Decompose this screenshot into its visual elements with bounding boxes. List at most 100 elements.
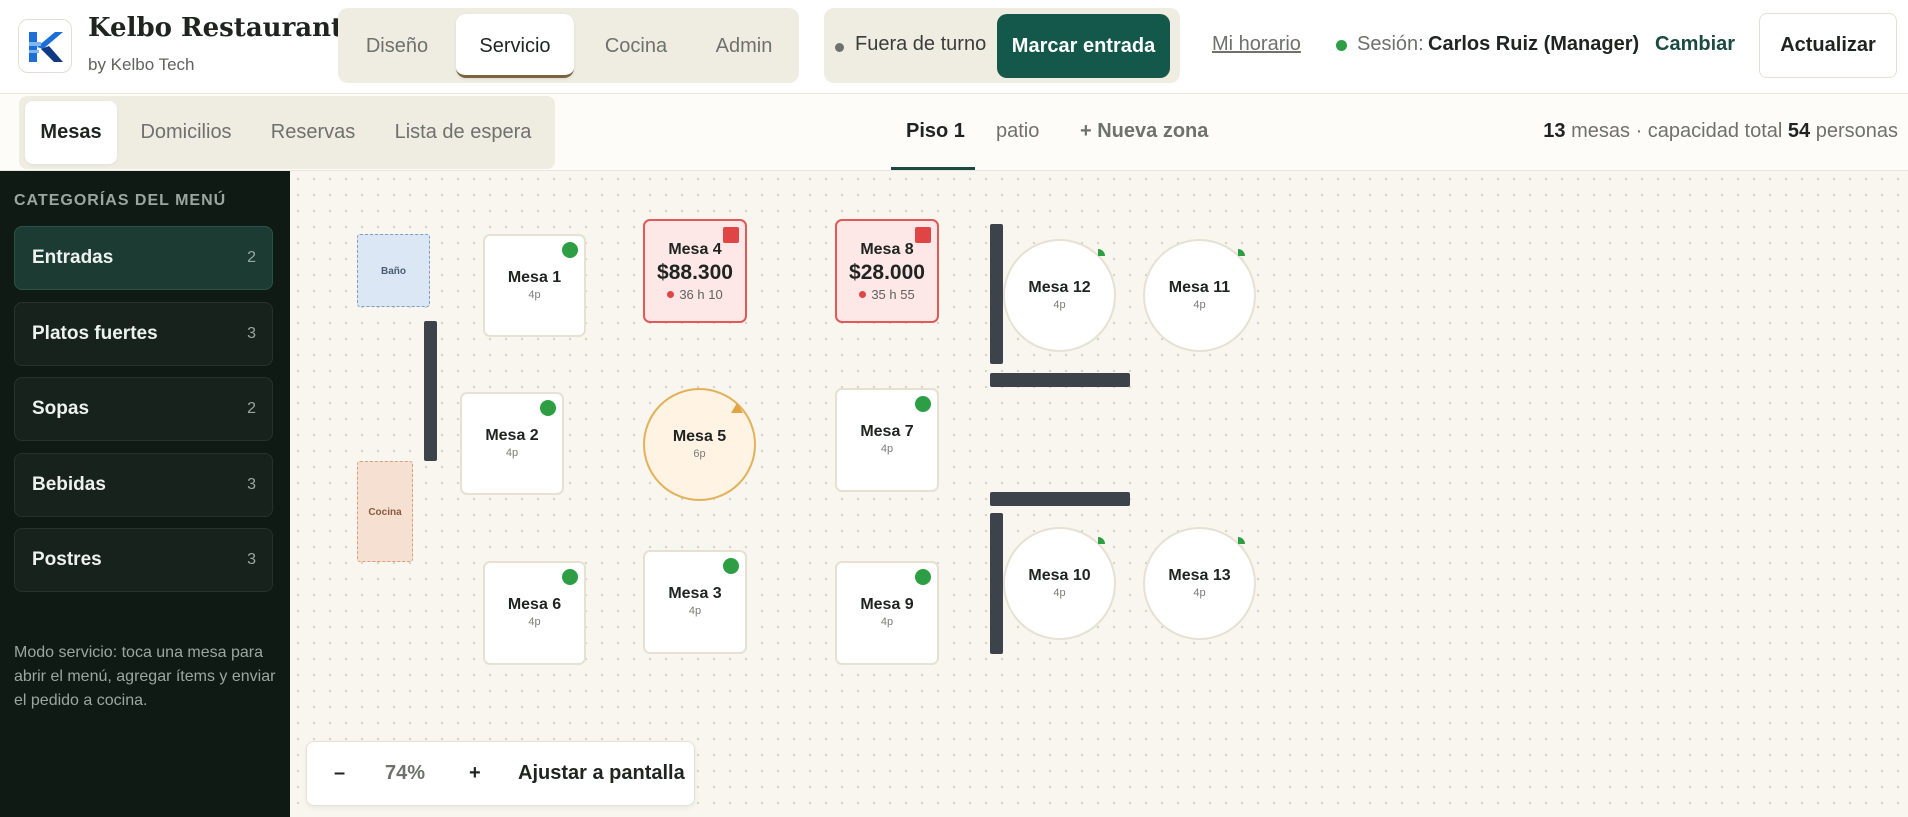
zoom-controls: – 74% + Ajustar a pantalla	[306, 741, 695, 806]
tab-lista-de-espera[interactable]: Lista de espera	[377, 101, 549, 164]
table-capacity: 4p	[1193, 299, 1206, 311]
view-tabs: Mesas Domicilios Reservas Lista de esper…	[19, 96, 555, 169]
clock-in-button[interactable]: Marcar entrada	[997, 14, 1170, 78]
status-free-icon	[1098, 537, 1105, 544]
tab-diseno[interactable]: Diseño	[344, 14, 450, 78]
category-entradas[interactable]: Entradas 2	[14, 226, 273, 290]
table-name: Mesa 5	[672, 428, 727, 445]
category-count: 2	[247, 249, 256, 266]
people-count-label: personas	[1815, 120, 1898, 142]
table-order-total: $88.300	[657, 261, 733, 284]
tab-cocina[interactable]: Cocina	[580, 14, 692, 78]
table-capacity: 4p	[528, 616, 541, 628]
new-zone-button[interactable]: + Nueva zona	[1080, 120, 1208, 143]
table-capacity: 4p	[880, 616, 894, 628]
brand-subtitle: by Kelbo Tech	[88, 55, 195, 74]
menu-categories-sidebar: CATEGORÍAS DEL MENÚ Entradas 2 Platos fu…	[0, 171, 290, 817]
zoom-in-button[interactable]: +	[469, 762, 481, 785]
table-mesa-4[interactable]: Mesa 4 $88.300 36 h 10	[643, 219, 747, 323]
table-mesa-1[interactable]: Mesa 1 4p	[483, 234, 586, 337]
table-capacity: 4p	[1053, 299, 1066, 311]
refresh-button[interactable]: Actualizar	[1759, 13, 1897, 78]
category-count: 3	[247, 551, 256, 568]
table-elapsed-value: 35 h 55	[871, 287, 915, 302]
table-name: Mesa 9	[860, 596, 914, 613]
table-capacity: 4p	[688, 605, 702, 617]
table-capacity: 4p	[505, 447, 519, 459]
table-name: Mesa 13	[1168, 567, 1231, 584]
table-mesa-5[interactable]: Mesa 5 6p	[643, 388, 756, 501]
status-free-icon	[562, 569, 578, 585]
category-platos-fuertes[interactable]: Platos fuertes 3	[14, 302, 273, 366]
table-name: Mesa 8	[860, 241, 914, 258]
table-mesa-12[interactable]: Mesa 12 4p	[1003, 239, 1116, 352]
wall	[424, 321, 437, 461]
category-postres[interactable]: Postres 3	[14, 528, 273, 592]
table-capacity: 4p	[1193, 587, 1206, 599]
table-name: Mesa 1	[507, 269, 562, 286]
zoom-out-button[interactable]: –	[334, 762, 345, 785]
zoom-level: 74%	[385, 762, 426, 784]
table-mesa-9[interactable]: Mesa 9 4p	[835, 561, 939, 665]
brand-name: Kelbo Restaurants	[88, 13, 358, 43]
session-user-name: Carlos Ruiz (Manager)	[1428, 33, 1640, 55]
table-mesa-3[interactable]: Mesa 3 4p	[643, 550, 747, 654]
table-capacity: 4p	[528, 289, 541, 301]
table-count-label: mesas · capacidad total	[1571, 120, 1783, 142]
category-sopas[interactable]: Sopas 2	[14, 377, 273, 441]
wall	[990, 492, 1130, 506]
tab-admin[interactable]: Admin	[694, 14, 794, 78]
wall	[990, 513, 1003, 654]
table-capacity: 4p	[880, 443, 894, 455]
table-name: Mesa 3	[668, 585, 722, 602]
change-user-link[interactable]: Cambiar	[1655, 33, 1735, 56]
table-name: Mesa 4	[668, 241, 722, 258]
zone-tab-patio[interactable]: patio	[996, 120, 1039, 143]
sidebar-title: CATEGORÍAS DEL MENÚ	[14, 192, 227, 209]
table-elapsed-time: 36 h 10	[645, 287, 745, 302]
tab-mesas[interactable]: Mesas	[25, 101, 117, 164]
category-name: Bebidas	[32, 474, 106, 495]
table-mesa-11[interactable]: Mesa 11 4p	[1143, 239, 1256, 352]
status-free-icon	[540, 400, 556, 416]
table-name: Mesa 12	[1028, 279, 1091, 296]
kelbo-logo-icon	[29, 32, 63, 62]
table-mesa-2[interactable]: Mesa 2 4p	[460, 392, 564, 495]
table-name: Mesa 11	[1168, 279, 1231, 296]
table-mesa-6[interactable]: Mesa 6 4p	[483, 561, 586, 665]
timer-dot-icon	[859, 291, 867, 298]
category-bebidas[interactable]: Bebidas 3	[14, 453, 273, 517]
table-order-total: $28.000	[849, 261, 925, 284]
session-online-dot-icon	[1336, 40, 1347, 51]
sub-header: Mesas Domicilios Reservas Lista de esper…	[0, 94, 1908, 171]
fit-to-screen-button[interactable]: Ajustar a pantalla	[518, 762, 685, 785]
table-mesa-13[interactable]: Mesa 13 4p	[1143, 527, 1256, 640]
table-mesa-7[interactable]: Mesa 7 4p	[835, 388, 939, 492]
floor-plan-canvas[interactable]: Baño Cocina Mesa 1 4p Mesa 2 4p Mesa 6 4…	[290, 171, 1908, 817]
table-capacity: 4p	[1053, 587, 1066, 599]
fixture-bano: Baño	[357, 234, 430, 307]
category-count: 2	[247, 400, 256, 417]
category-name: Platos fuertes	[32, 323, 158, 344]
my-schedule-link[interactable]: Mi horario	[1212, 33, 1301, 56]
table-name: Mesa 7	[860, 423, 914, 440]
category-count: 3	[247, 325, 256, 342]
wall	[990, 373, 1130, 387]
timer-dot-icon	[667, 291, 675, 298]
zone-tab-piso-1[interactable]: Piso 1	[906, 120, 965, 143]
top-header: Kelbo Restaurants by Kelbo Tech Diseño S…	[0, 0, 1908, 94]
status-free-icon	[1238, 537, 1245, 544]
tab-reservas[interactable]: Reservas	[255, 101, 371, 164]
table-mesa-10[interactable]: Mesa 10 4p	[1003, 527, 1116, 640]
table-elapsed-time: 35 h 55	[837, 287, 937, 302]
service-mode-help: Modo servicio: toca una mesa para abrir …	[14, 644, 276, 709]
shift-status-dot-icon	[835, 43, 844, 52]
fixture-cocina: Cocina	[357, 461, 413, 562]
mode-tabs: Diseño Servicio Cocina Admin	[338, 8, 799, 83]
wall	[990, 224, 1003, 364]
table-mesa-8[interactable]: Mesa 8 $28.000 35 h 55	[835, 219, 939, 323]
status-free-icon	[1238, 249, 1245, 256]
tab-servicio[interactable]: Servicio	[456, 14, 574, 78]
tab-domicilios[interactable]: Domicilios	[123, 101, 249, 164]
table-name: Mesa 2	[485, 427, 539, 444]
